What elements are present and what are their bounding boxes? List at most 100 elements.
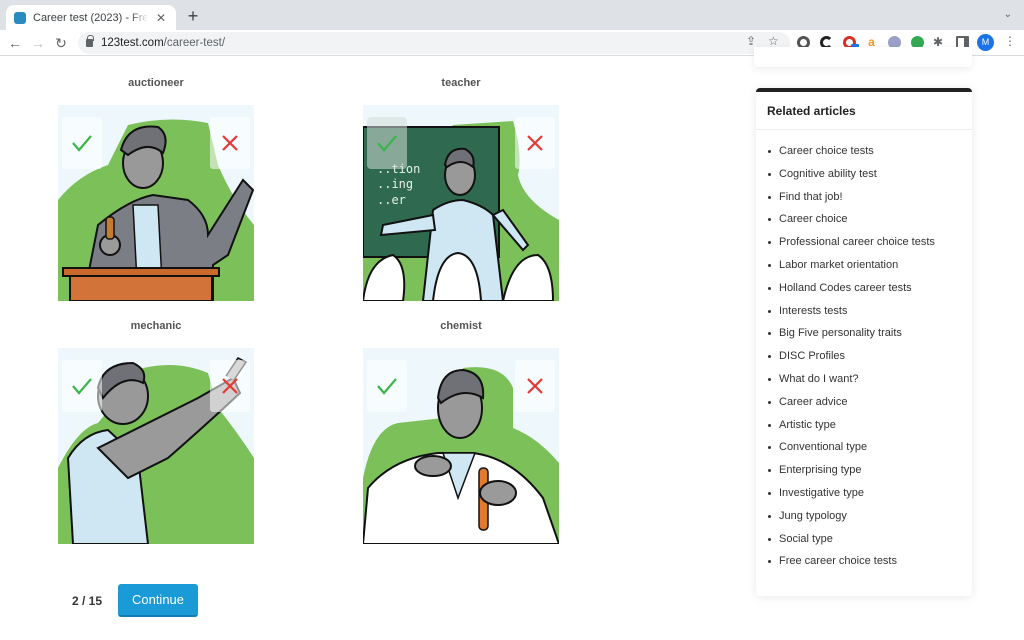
bullet-icon xyxy=(768,309,771,313)
related-article-link[interactable]: Conventional type xyxy=(767,441,972,464)
related-article-link[interactable]: Big Five personality traits xyxy=(767,327,972,350)
related-article-link[interactable]: Find that job! xyxy=(767,191,972,214)
related-article-link[interactable]: Artistic type xyxy=(767,419,972,442)
related-article-label[interactable]: Investigative type xyxy=(779,487,864,499)
related-article-label[interactable]: Labor market orientation xyxy=(779,259,898,271)
tab-title: Career test (2023) - Free online xyxy=(33,11,148,24)
checkmark-icon xyxy=(72,378,92,395)
related-article-label[interactable]: Artistic type xyxy=(779,419,836,431)
related-article-label[interactable]: Find that job! xyxy=(779,191,843,203)
bullet-icon xyxy=(768,355,771,359)
related-article-label[interactable]: Big Five personality traits xyxy=(779,327,902,339)
bullet-icon xyxy=(768,423,771,427)
related-article-label[interactable]: Career advice xyxy=(779,396,847,408)
back-button[interactable]: ← xyxy=(6,34,24,52)
bookmark-star-icon[interactable]: ☆ xyxy=(768,34,779,48)
related-article-label[interactable]: Enterprising type xyxy=(779,464,862,476)
related-article-link[interactable]: Cognitive ability test xyxy=(767,168,972,191)
bullet-icon xyxy=(768,491,771,495)
related-article-link[interactable]: Social type xyxy=(767,533,972,556)
reload-button[interactable]: ↻ xyxy=(52,34,70,52)
yes-button[interactable] xyxy=(62,360,102,412)
no-button[interactable] xyxy=(210,117,250,169)
related-article-link[interactable]: DISC Profiles xyxy=(767,350,972,373)
related-article-link[interactable]: Holland Codes career tests xyxy=(767,282,972,305)
related-article-link[interactable]: Investigative type xyxy=(767,487,972,510)
no-button[interactable] xyxy=(515,117,555,169)
x-icon xyxy=(222,378,238,394)
related-article-label[interactable]: Holland Codes career tests xyxy=(779,282,912,294)
bullet-icon xyxy=(768,377,771,381)
related-article-link[interactable]: What do I want? xyxy=(767,373,972,396)
no-button[interactable] xyxy=(515,360,555,412)
related-article-label[interactable]: Cognitive ability test xyxy=(779,168,877,180)
related-article-link[interactable]: Interests tests xyxy=(767,305,972,328)
related-articles-list: Career choice tests Cognitive ability tes… xyxy=(756,130,972,578)
related-article-link[interactable]: Jung typology xyxy=(767,510,972,533)
related-article-label[interactable]: Interests tests xyxy=(779,305,847,317)
related-article-label[interactable]: Social type xyxy=(779,533,833,545)
svg-text:..er: ..er xyxy=(377,193,406,207)
no-button[interactable] xyxy=(210,360,250,412)
related-article-link[interactable]: Professional career choice tests xyxy=(767,236,972,259)
tab-search-chevron-icon[interactable]: ⌄ xyxy=(1004,9,1012,20)
bullet-icon xyxy=(768,286,771,290)
related-article-label[interactable]: Career choice xyxy=(779,213,847,225)
previous-sidebar-card xyxy=(754,47,972,67)
forward-button[interactable]: → xyxy=(29,34,47,52)
yes-button[interactable] xyxy=(62,117,102,169)
bullet-icon xyxy=(768,195,771,199)
lock-icon[interactable] xyxy=(86,35,94,47)
related-article-label[interactable]: DISC Profiles xyxy=(779,350,845,362)
related-articles-title: Related articles xyxy=(756,92,972,130)
browser-tab[interactable]: Career test (2023) - Free online ✕ xyxy=(6,5,176,30)
close-tab-icon[interactable]: ✕ xyxy=(154,11,168,25)
bullet-icon xyxy=(768,150,771,153)
related-article-link[interactable]: Enterprising type xyxy=(767,464,972,487)
yes-button[interactable] xyxy=(367,360,407,412)
bullet-icon xyxy=(768,446,771,450)
related-article-label[interactable]: Professional career choice tests xyxy=(779,236,935,248)
browser-menu-icon[interactable]: ⋮ xyxy=(1004,34,1016,48)
bullet-icon xyxy=(768,172,771,176)
related-article-label[interactable]: Career choice tests xyxy=(779,145,874,157)
bullet-icon xyxy=(768,241,771,245)
related-article-label[interactable]: Free career choice tests xyxy=(779,555,897,567)
option-label-mechanic: mechanic xyxy=(130,320,182,332)
bullet-icon xyxy=(768,332,771,336)
url-host: 123test.com xyxy=(101,37,164,49)
new-tab-button[interactable]: + xyxy=(184,7,202,25)
profile-avatar[interactable]: M xyxy=(977,34,994,51)
yes-button[interactable] xyxy=(367,117,407,169)
x-icon xyxy=(527,378,543,394)
option-card-mechanic[interactable] xyxy=(58,348,254,544)
page-content: auctioneer teacher ..tion ..ing ..er mec… xyxy=(0,47,1024,640)
related-article-link[interactable]: Free career choice tests xyxy=(767,555,972,578)
continue-button[interactable]: Continue xyxy=(118,584,198,617)
bullet-icon xyxy=(768,537,771,541)
option-label-teacher: teacher xyxy=(441,77,481,89)
option-label-chemist: chemist xyxy=(440,320,482,332)
share-icon[interactable]: ⇪ xyxy=(746,34,756,48)
x-icon xyxy=(222,135,238,151)
option-card-auctioneer[interactable] xyxy=(58,105,254,301)
related-article-label[interactable]: Conventional type xyxy=(779,441,867,453)
related-article-link[interactable]: Career choice tests xyxy=(767,145,972,168)
svg-text:..ing: ..ing xyxy=(377,177,413,191)
progress-counter: 2 / 15 xyxy=(72,594,103,608)
related-article-label[interactable]: What do I want? xyxy=(779,373,859,385)
option-card-teacher[interactable]: ..tion ..ing ..er xyxy=(363,105,559,301)
bullet-icon xyxy=(768,560,771,564)
bullet-icon xyxy=(768,263,771,267)
related-article-link[interactable]: Labor market orientation xyxy=(767,259,972,282)
tab-strip: Career test (2023) - Free online ✕ + ⌄ xyxy=(0,0,1024,30)
related-article-label[interactable]: Jung typology xyxy=(779,510,847,522)
related-article-link[interactable]: Career choice xyxy=(767,213,972,236)
related-articles-panel: Related articles Career choice tests Cogn… xyxy=(756,88,972,596)
option-card-chemist[interactable] xyxy=(363,348,559,544)
related-article-link[interactable]: Career advice xyxy=(767,396,972,419)
bullet-icon xyxy=(768,400,771,404)
address-bar[interactable]: 123test.com /career-test/ xyxy=(78,32,790,54)
checkmark-icon xyxy=(377,135,397,152)
bullet-icon xyxy=(768,514,771,518)
